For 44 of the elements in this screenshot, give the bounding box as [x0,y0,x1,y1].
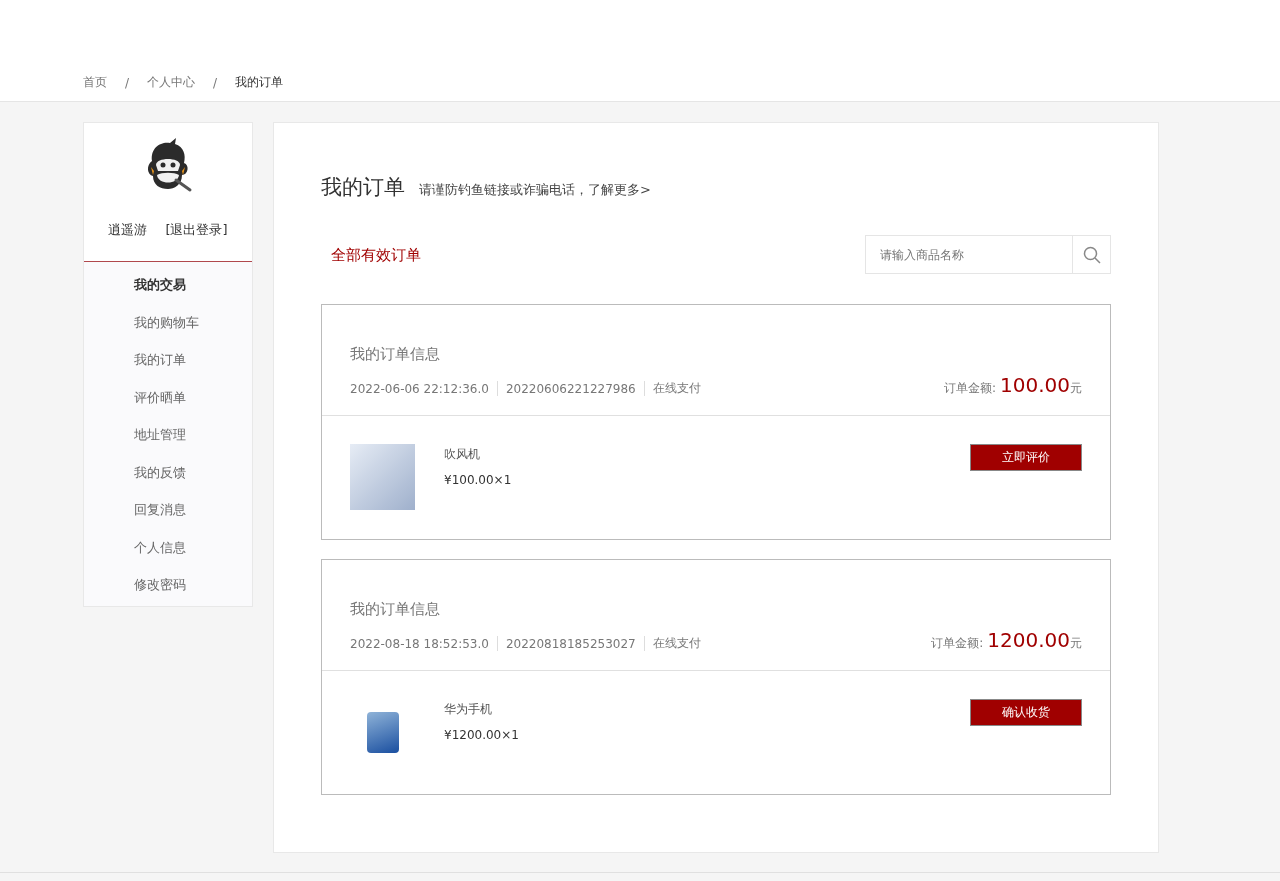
photo-placeholder [366,711,399,753]
logout-link[interactable]: [退出登录] [165,221,228,239]
order-amount: 100.00 [1000,373,1070,397]
breadcrumb-link[interactable]: 个人中心 [147,74,196,91]
order-action-button[interactable]: 确认收货 [970,699,1082,726]
notice-link[interactable]: 请谨防钓鱼链接或诈骗电话，了解更多> [419,181,651,199]
username: 逍遥游 [108,221,148,239]
product-price: ¥1200.00×1 [444,728,520,742]
order-action-button[interactable]: 立即评价 [970,444,1082,471]
menu-item[interactable]: 修改密码 [84,566,252,604]
menu-item[interactable]: 回复消息 [84,491,252,529]
breadcrumb-link[interactable]: 我的订单 [235,74,284,91]
product-name: 华为手机 [444,701,493,718]
breadcrumb-separator: / [125,75,130,90]
order-number: 20220818185253027 [505,636,636,651]
amount-label: 订单金额: [931,635,984,652]
menu-item[interactable]: 地址管理 [84,416,252,454]
search-icon [1082,245,1101,264]
order-tab[interactable]: 全部有效订单 [331,245,421,264]
menu-item[interactable]: 评价晒单 [84,378,252,416]
currency-unit: 元 [1070,635,1082,652]
order-amount: 1200.00 [987,628,1070,652]
payment-method: 在线支付 [652,635,701,652]
menu-item[interactable]: 我的购物车 [84,303,252,341]
currency-unit: 元 [1070,380,1082,397]
photo-placeholder [350,444,415,510]
breadcrumb-link[interactable]: 首页 [83,74,107,91]
menu-heading: 我的交易 [133,276,187,294]
search-field[interactable]: 请输入商品名称 [865,235,1073,274]
product-name: 吹风机 [444,446,481,463]
order-number: 20220606221227986 [505,381,636,396]
order-heading: 我的订单信息 [350,345,441,364]
order-heading: 我的订单信息 [350,600,441,619]
amount-label: 订单金额: [943,380,996,397]
product-price: ¥100.00×1 [444,473,513,487]
breadcrumb-separator: / [213,75,218,90]
order-time: 2022-08-18 18:52:53.0 [350,636,489,651]
menu-item[interactable]: 我的反馈 [84,453,252,491]
menu-item[interactable]: 个人信息 [84,528,252,566]
payment-method: 在线支付 [652,380,701,397]
search-button[interactable] [1073,235,1111,274]
page-title: 我的订单 [321,174,405,201]
order-time: 2022-06-06 22:12:36.0 [350,381,489,396]
menu-item[interactable]: 我的订单 [84,341,252,379]
